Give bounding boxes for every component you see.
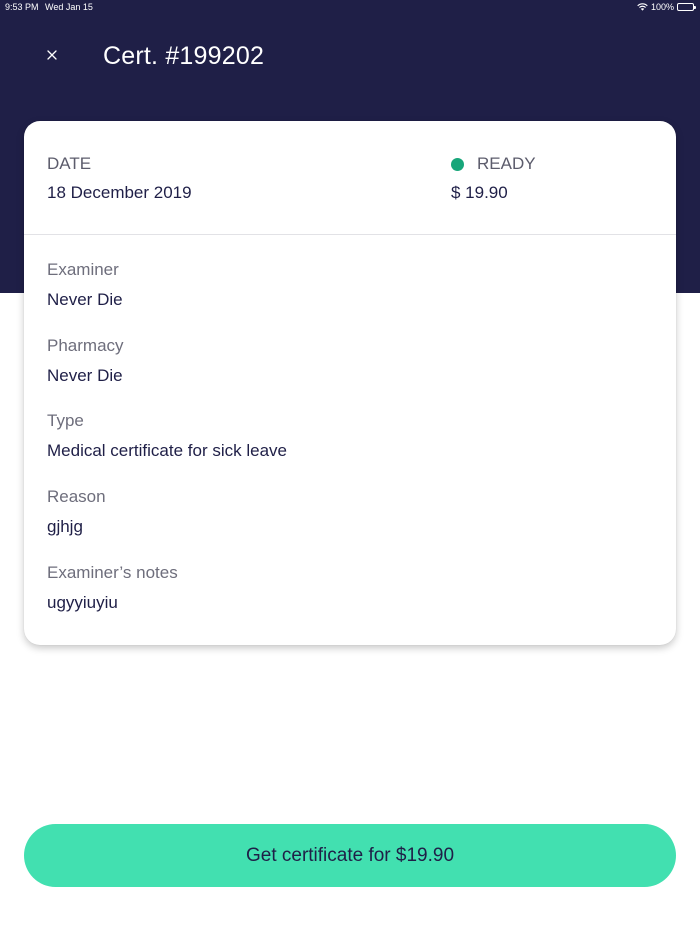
field-value: gjhjg [47,517,83,536]
status-bar: 9:53 PM Wed Jan 15 100% [0,0,700,14]
battery-icon [677,3,696,11]
field-examiner-notes: Examiner’s notes ugyyiuyiu [47,563,178,613]
battery-percent: 100% [650,2,674,12]
status-dot-icon [451,157,464,171]
close-icon [47,47,57,65]
get-certificate-button[interactable]: Get certificate for $19.90 [24,824,676,887]
status-right: 100% [637,0,696,14]
field-label: Pharmacy [47,336,124,355]
field-label: Examiner’s notes [47,563,178,582]
field-pharmacy: Pharmacy Never Die [47,336,124,386]
field-value: ugyyiuyiu [47,593,118,612]
card-summary: DATE 18 December 2019 READY $ 19.90 [24,121,676,235]
certificate-card: DATE 18 December 2019 READY $ 19.90 Exam… [24,121,676,645]
status-time: 9:53 PM [5,2,39,12]
field-label: Type [47,411,84,430]
field-reason: Reason gjhjg [47,487,106,537]
status-text: READY [477,154,536,173]
field-value: Never Die [47,366,123,385]
close-button[interactable] [40,44,64,68]
status-date: Wed Jan 15 [45,2,93,12]
field-label: Examiner [47,260,119,279]
field-examiner: Examiner Never Die [47,260,123,310]
date-label: DATE [47,154,92,173]
status-badge: READY [451,154,536,174]
field-label: Reason [47,487,106,506]
wifi-icon [637,3,648,11]
field-value: Medical certificate for sick leave [47,441,287,460]
field-value: Never Die [47,290,123,309]
price-value: $ 19.90 [451,183,508,202]
certificate-screen: 9:53 PM Wed Jan 15 100% Cert. #199202 DA… [0,0,700,934]
page-title: Cert. #199202 [103,42,265,70]
date-value: 18 December 2019 [47,183,192,202]
field-type: Type Medical certificate for sick leave [47,411,287,461]
